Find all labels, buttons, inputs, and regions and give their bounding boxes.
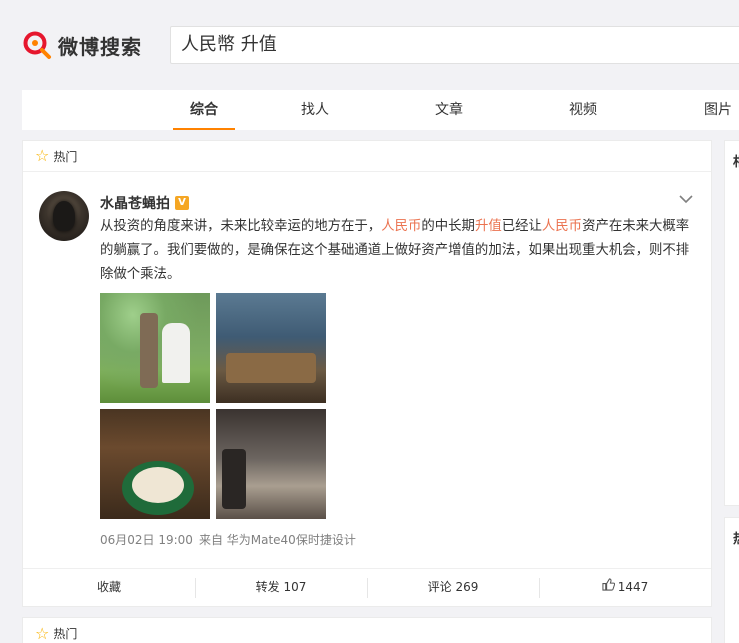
photo-thumbnail[interactable] [216,409,326,519]
avatar[interactable] [39,191,89,241]
post-card: ☆ 热门 水晶苍蝇拍 V 从投资的角度来讲，未来比较幸运的地方在于，人民币的中长… [22,140,712,607]
search-tabs: 综合 找人 文章 视频 图片 [22,90,739,130]
top-bar: 微博搜索 人民幣 升值 [0,0,739,90]
verified-badge-icon[interactable]: V [175,196,189,210]
repost-label: 转发 107 [255,580,307,594]
search-logo-icon [22,30,52,60]
sidebar-panel-title: 热 [733,528,739,547]
thumbs-up-icon [602,569,615,606]
hot-section-header: ☆ 热门 [23,618,711,643]
comment-label: 评论 269 [427,580,479,594]
keyword-link[interactable]: 人民币 [381,219,421,234]
repost-button[interactable]: 转发 107 [195,569,367,606]
text-segment: 的中长期 [421,219,475,234]
tab-articles[interactable]: 文章 [419,90,479,130]
photo-thumbnail[interactable] [216,293,326,403]
hot-label: 热门 [53,149,78,164]
weibo-search-logo[interactable]: 微博搜索 [22,28,142,62]
tab-pictures[interactable]: 图片 [688,90,739,130]
hot-section-header: ☆ 热门 [23,141,711,172]
hot-label: 热门 [53,627,78,641]
photo-thumbnail[interactable] [100,409,210,519]
photo-grid [100,293,326,519]
tab-comprehensive[interactable]: 综合 [164,90,244,130]
keyword-link[interactable]: 人民币 [542,219,582,234]
favorite-label: 收藏 [96,580,121,594]
post-timestamp[interactable]: 06月02日 19:00 [100,531,193,548]
sidebar-panel: 热 [724,517,739,643]
like-count: 1447 [617,580,649,594]
comment-button[interactable]: 评论 269 [367,569,539,606]
text-segment: 已经让 [501,219,542,234]
photo-thumbnail[interactable] [100,293,210,403]
chevron-down-icon[interactable] [679,191,693,207]
post-meta: 06月02日 19:00 来自 华为Mate40保时捷设计 [100,531,356,548]
keyword-link[interactable]: 升值 [475,219,502,234]
post-author: 水晶苍蝇拍 V [100,193,189,213]
text-segment: 从投资的角度来讲，未来比较幸运的地方在于， [100,219,382,234]
sidebar-panel: 相 [724,140,739,506]
like-button[interactable]: 1447 [539,569,711,606]
logo-text: 微博搜索 [58,34,142,59]
post-actions: 收藏 转发 107 评论 269 1447 [23,568,711,606]
sidebar-panel-title: 相 [733,151,739,170]
post-text: 从投资的角度来讲，未来比较幸运的地方在于，人民币的中长期升值已经让人民币资产在未… [100,215,695,287]
post-card-2: ☆ 热门 [22,617,712,643]
username-link[interactable]: 水晶苍蝇拍 [100,193,170,213]
favorite-button[interactable]: 收藏 [23,569,195,606]
post-source: 来自 华为Mate40保时捷设计 [198,533,356,547]
star-icon: ☆ [35,623,50,643]
tab-videos[interactable]: 视频 [553,90,613,130]
search-input[interactable]: 人民幣 升值 [170,26,739,64]
star-icon: ☆ [35,146,50,165]
tab-users[interactable]: 找人 [285,90,345,130]
